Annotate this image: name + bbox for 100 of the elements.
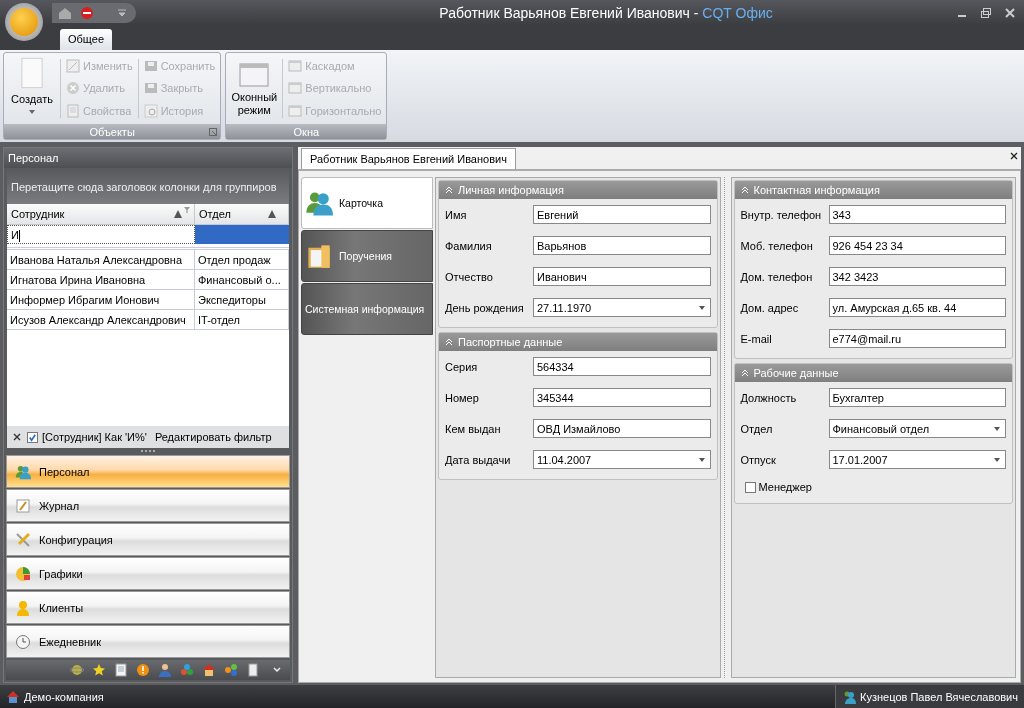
side-tab[interactable]: Поручения (301, 230, 433, 282)
ribbon-large-button[interactable]: Создать (7, 55, 57, 122)
filter-cell[interactable] (195, 225, 289, 244)
collapse-icon[interactable] (740, 186, 749, 194)
filter-cell[interactable]: И (7, 225, 195, 244)
window-icon (288, 59, 303, 74)
delete-icon (66, 81, 80, 96)
table-cell: Иванова Наталья Александровна (7, 250, 195, 270)
star-icon[interactable] (92, 663, 106, 677)
person-icon[interactable] (158, 663, 172, 677)
document-icon[interactable] (114, 663, 128, 677)
input-field[interactable]: ул. Амурская д.65 кв. 44 (828, 298, 1006, 317)
clear-filter-icon[interactable] (13, 433, 21, 441)
dropdown-field[interactable]: 17.01.2007 (828, 450, 1006, 469)
side-tab[interactable]: Карточка (301, 177, 433, 229)
app-name: CQT Офис (702, 4, 773, 21)
dropdown-field[interactable]: 11.04.2007 (533, 450, 711, 469)
magnifier-icon (143, 103, 158, 118)
filter-icon[interactable] (184, 207, 190, 213)
dropdown-field[interactable]: 27.11.1970 (533, 298, 711, 317)
field-label: Номер (445, 391, 480, 404)
dropdown-arrow-icon[interactable] (994, 457, 1000, 462)
checkbox[interactable] (744, 481, 756, 493)
filter-checkbox[interactable] (27, 431, 38, 443)
input-field[interactable]: Бухгалтер (828, 388, 1006, 407)
document-icon (21, 57, 43, 89)
dropdown-arrow-icon[interactable] (698, 457, 705, 462)
collapse-icon[interactable] (445, 186, 453, 194)
document-tab[interactable]: Работник Варьянов Евгений Иванович (301, 148, 516, 169)
field-label: Отдел (740, 422, 774, 435)
input-field[interactable]: 343 (828, 205, 1006, 224)
dropdown-field[interactable]: Финансовый отдел (828, 419, 1006, 438)
checkbox-label: Менеджер (758, 481, 812, 493)
field-label: Отпуск (740, 453, 777, 466)
field-label: День рождения (445, 301, 525, 314)
dropdown-arrow-icon[interactable] (698, 305, 705, 310)
user-label[interactable]: Кузнецов Павел Вячеславович (835, 685, 1024, 708)
restore-icon[interactable] (980, 6, 992, 19)
input-field[interactable]: 345344 (533, 388, 711, 407)
close-icon[interactable] (1010, 152, 1018, 160)
folder-icon (305, 243, 333, 269)
ribbon-large-button[interactable]: Оконный режим (229, 55, 280, 122)
tools-icon (15, 531, 31, 548)
input-field[interactable]: Иванович (533, 267, 711, 286)
side-tab[interactable]: Системная информация (301, 283, 433, 335)
input-field[interactable]: e774@mail.ru (828, 329, 1006, 348)
house-icon (6, 689, 20, 704)
nav-item[interactable]: Персонал (6, 455, 290, 488)
people-icon (842, 689, 857, 704)
house-icon[interactable] (202, 663, 216, 677)
nav-item[interactable]: Графики (6, 557, 290, 590)
table-cell: Информер Ибрагим Ионович (7, 290, 195, 310)
field-label: Внутр. телефон (740, 208, 823, 221)
app-logo-icon[interactable] (5, 3, 43, 41)
input-field[interactable]: 926 454 23 34 (828, 236, 1006, 255)
chevron-down-icon[interactable] (272, 665, 282, 675)
input-field[interactable]: Варьянов (533, 236, 711, 255)
window-icon (288, 103, 303, 118)
dialog-launcher-icon[interactable] (209, 127, 218, 136)
nav-item[interactable]: Конфигурация (6, 523, 290, 556)
cubes-icon[interactable] (180, 663, 194, 677)
dropdown-arrow-icon[interactable] (994, 426, 1000, 431)
company-label: Демо-компания (0, 685, 110, 708)
stop-icon[interactable] (80, 5, 94, 20)
clock-icon (15, 633, 31, 650)
table-cell: Исузов Александр Александрович (7, 310, 195, 330)
nav-item[interactable]: Журнал (6, 489, 290, 522)
input-field[interactable]: ОВД Измайлово (533, 419, 711, 438)
window-title: Работник Варьянов Евгений Иванович - (439, 4, 700, 21)
collapse-icon[interactable] (740, 369, 749, 377)
collapse-icon[interactable] (445, 338, 453, 346)
input-field[interactable]: 564334 (533, 357, 711, 376)
field-label: Дом. телефон (740, 270, 814, 283)
dropdown-caret-icon[interactable] (118, 8, 126, 17)
edit-filter-link[interactable]: Редактировать фильтр (154, 431, 272, 443)
field-label: Имя (445, 208, 468, 221)
table-cell: Финансовый о... (195, 270, 289, 290)
nav-item[interactable]: Клиенты (6, 591, 290, 624)
column-header[interactable]: Отдел (195, 204, 289, 225)
warning-icon[interactable] (136, 663, 150, 677)
panel-title: Персонал (4, 148, 292, 168)
nav-item[interactable]: Ежедневник (6, 625, 290, 658)
table-cell: IT-отдел (195, 310, 289, 330)
column-header[interactable]: Сотрудник (7, 204, 195, 225)
group-label: Объекты (89, 125, 135, 138)
people-icon (305, 190, 333, 216)
circles-icon[interactable] (224, 663, 238, 677)
input-field[interactable]: 342 3423 (828, 267, 1006, 286)
group-by-hint: Перетащите сюда заголовок колонки для группиров (7, 170, 289, 204)
sort-ascending-icon (174, 210, 182, 218)
notepad-icon (15, 497, 31, 514)
field-label: Серия (445, 360, 479, 373)
sort-ascending-icon (268, 210, 276, 218)
notepad-icon[interactable] (246, 663, 260, 677)
planet-icon[interactable] (70, 663, 84, 677)
ribbon-tab[interactable]: Общее (60, 29, 113, 50)
field-label: Фамилия (445, 239, 493, 252)
field-label: Дом. адрес (740, 301, 800, 314)
filter-expression: [Сотрудник] Как 'И%' (42, 431, 147, 443)
input-field[interactable]: Евгений (533, 205, 711, 224)
